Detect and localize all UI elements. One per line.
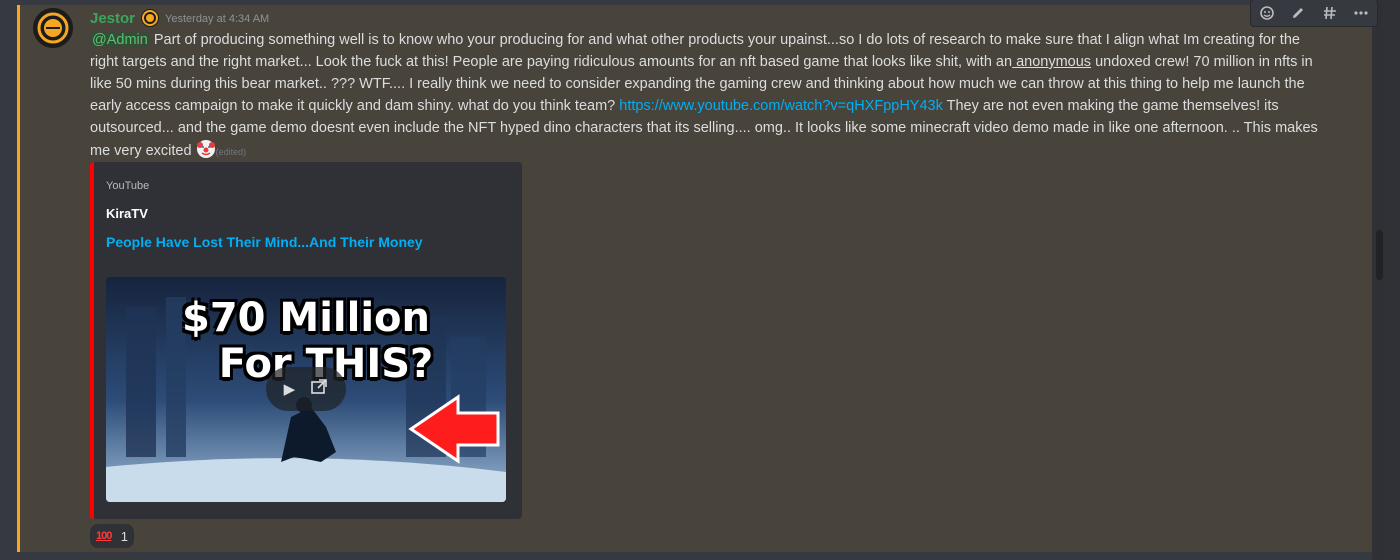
scrollbar-thumb[interactable] <box>1376 230 1383 280</box>
mention-admin[interactable]: @Admin <box>90 32 150 48</box>
hundred-points-icon: 100 <box>96 530 112 542</box>
message-underlined-word: anonymous <box>1012 54 1092 70</box>
thumbnail-text-line1: $70 Million <box>181 295 431 341</box>
avatar[interactable] <box>33 8 73 48</box>
role-icon <box>141 9 160 27</box>
clown-emoji-icon <box>196 139 216 159</box>
message-toolbar <box>1250 0 1378 27</box>
message-content: @Admin Part of producing something well … <box>90 29 1330 163</box>
embed-provider[interactable]: YouTube <box>106 180 149 192</box>
message-header: Jestor Yesterday at 4:34 AM <box>90 8 269 28</box>
play-icon[interactable]: ▶ <box>284 380 296 398</box>
embed-title[interactable]: People Have Lost Their Mind...And Their … <box>106 234 423 250</box>
youtube-link[interactable]: https://www.youtube.com/watch?v=qHXFppHY… <box>619 98 943 114</box>
more-icon[interactable] <box>1350 2 1372 24</box>
timestamp: Yesterday at 4:34 AM <box>165 13 270 25</box>
open-external-icon[interactable] <box>310 378 328 400</box>
edited-label: (edited) <box>215 147 247 157</box>
reaction-count: 1 <box>120 528 128 544</box>
embed-author[interactable]: KiraTV <box>106 206 148 221</box>
add-reaction-icon[interactable] <box>1256 2 1278 24</box>
video-thumbnail[interactable]: $70 Million For THIS? ▶ <box>106 277 506 502</box>
scrollbar-track[interactable] <box>1376 0 1383 560</box>
video-controls: ▶ <box>266 367 346 411</box>
youtube-embed: YouTube KiraTV People Have Lost Their Mi… <box>90 162 522 519</box>
username[interactable]: Jestor <box>90 10 135 27</box>
reaction-100[interactable]: 100 1 <box>90 524 134 548</box>
create-thread-icon[interactable] <box>1319 2 1341 24</box>
edit-icon[interactable] <box>1287 2 1309 24</box>
